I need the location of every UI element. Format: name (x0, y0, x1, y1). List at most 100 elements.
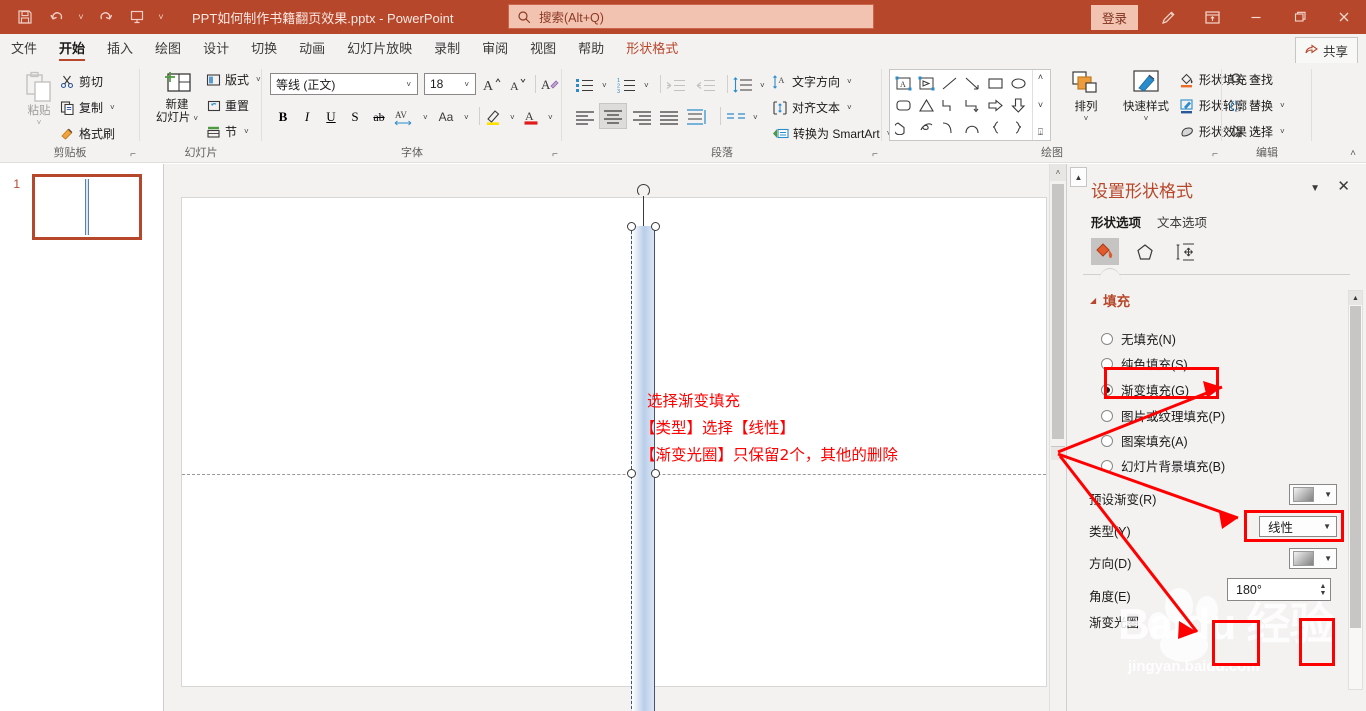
slide-canvas[interactable]: 选择渐变填充 【类型】选择【线性】 【渐变光圈】只保留2个，其他的删除 (181, 184, 1047, 711)
gradient-angle-spinner[interactable]: 180° ▲ ▼ (1227, 578, 1331, 601)
font-name-combo[interactable]: 等线 (正文) ˅ (270, 73, 418, 95)
slide-area-scrollbar[interactable]: ˄ (1049, 164, 1066, 711)
shape-left-brace-icon[interactable] (984, 116, 1007, 138)
handle-middle-left[interactable] (626, 469, 636, 478)
radio-slide-background-fill[interactable]: 幻灯片背景填充(B) (1101, 456, 1225, 475)
pane-scroll-up-icon[interactable]: ▲ (1349, 291, 1362, 305)
tab-help[interactable]: 帮助 (567, 34, 615, 63)
align-text-button[interactable]: 对齐文本 ˅ (772, 99, 852, 116)
tab-shape-options[interactable]: 形状选项 (1091, 212, 1141, 231)
thumbnail-slide-1[interactable] (32, 174, 142, 240)
select-button[interactable]: 选择 ˅ (1230, 123, 1285, 140)
arrange-button[interactable]: 排列 ˅ (1062, 69, 1110, 123)
italic-button[interactable]: I (295, 105, 319, 129)
shape-down-arrow-icon[interactable] (1007, 94, 1030, 116)
collapse-ribbon-button[interactable]: ˄ (1350, 148, 1356, 159)
shape-line-icon[interactable] (938, 72, 961, 94)
columns-caret[interactable]: ˅ (753, 113, 758, 122)
character-spacing-button[interactable]: AV (391, 105, 419, 129)
clipboard-dialog-launcher[interactable]: ⌐ (130, 149, 136, 160)
tab-slideshow[interactable]: 幻灯片放映 (336, 34, 423, 63)
font-size-combo[interactable]: 18 ˅ (424, 73, 476, 95)
character-spacing-caret[interactable]: ˅ (423, 113, 428, 122)
tab-text-options[interactable]: 文本选项 (1157, 212, 1207, 231)
highlight-caret[interactable]: ˅ (510, 113, 515, 122)
fill-line-icon[interactable] (1091, 238, 1119, 265)
shape-right-brace-icon[interactable] (1007, 116, 1030, 138)
scroll-up-icon[interactable]: ˄ (1050, 164, 1066, 181)
align-center-button[interactable] (599, 103, 627, 129)
copy-dropdown-caret[interactable]: ˅ (110, 103, 115, 112)
convert-to-smartart-button[interactable]: 转换为 SmartArt ˅ (772, 125, 891, 142)
line-spacing-button[interactable] (730, 73, 756, 97)
font-size-caret[interactable]: ˅ (460, 80, 473, 89)
layout-button[interactable]: 版式 ˅ (206, 71, 261, 88)
scrollbar-splitter[interactable] (1051, 446, 1065, 460)
paste-dropdown-caret[interactable]: ˅ (37, 118, 42, 127)
search-input[interactable]: 搜索(Alt+Q) (539, 7, 604, 26)
qat-customize-caret[interactable]: ˅ (154, 4, 168, 30)
reset-button[interactable]: 重置 (206, 97, 249, 114)
scrollbar-thumb[interactable] (1052, 184, 1064, 439)
ribbon-display-options-icon[interactable] (1190, 0, 1234, 34)
chevron-down-icon[interactable]: ▼ (1310, 183, 1320, 194)
decrease-font-size-button[interactable]: A (506, 72, 530, 96)
decrease-indent-button[interactable] (663, 73, 689, 97)
paragraph-dialog-launcher[interactable]: ⌐ (872, 149, 878, 160)
shapes-gallery-scrollbar[interactable]: ˄ ˅ ⍗ (1032, 70, 1048, 140)
quick-styles-caret[interactable]: ˅ (1144, 114, 1149, 123)
restore-button[interactable] (1278, 0, 1322, 34)
tab-shape-format[interactable]: 形状格式 (615, 34, 689, 63)
shapes-gallery[interactable]: A ˄ ˅ ⍗ (889, 69, 1051, 141)
handle-top-left[interactable] (626, 221, 636, 231)
bullets-caret[interactable]: ˅ (602, 81, 607, 90)
radio-circle[interactable] (1101, 459, 1113, 472)
pane-scroll-thumb[interactable] (1350, 306, 1361, 628)
size-properties-icon[interactable] (1171, 238, 1199, 265)
search-box[interactable]: 搜索(Alt+Q) (508, 4, 874, 29)
fill-section-header[interactable]: ◢ 填充 (1090, 290, 1130, 310)
text-highlight-button[interactable] (482, 105, 506, 129)
tab-animations[interactable]: 动画 (288, 34, 336, 63)
radio-circle[interactable] (1101, 434, 1113, 447)
radio-circle[interactable] (1101, 409, 1113, 422)
replace-button[interactable]: bc 替换 ˅ (1230, 97, 1285, 114)
pane-collapse-button[interactable]: ▲ (1070, 167, 1087, 187)
thumbnail-item[interactable]: 1 (0, 174, 142, 240)
tab-draw[interactable]: 绘图 (144, 34, 192, 63)
start-slideshow-icon[interactable] (122, 4, 152, 30)
shape-scribble-icon[interactable] (915, 116, 938, 138)
columns-button[interactable] (723, 105, 749, 129)
font-color-button[interactable]: A (520, 105, 544, 129)
align-left-button[interactable] (572, 105, 598, 129)
justify-button[interactable] (656, 105, 682, 129)
save-icon[interactable] (10, 4, 40, 30)
distribute-text-button[interactable] (683, 105, 711, 129)
clear-formatting-button[interactable]: A (538, 72, 562, 96)
tab-design[interactable]: 设计 (192, 34, 240, 63)
align-text-caret[interactable]: ˅ (847, 103, 852, 112)
drawing-dialog-launcher[interactable]: ⌐ (1212, 149, 1218, 160)
shape-elbow-arrow-icon[interactable] (961, 94, 984, 116)
tab-file[interactable]: 文件 (0, 34, 48, 63)
change-case-caret[interactable]: ˅ (464, 113, 469, 122)
new-slide-dropdown-caret[interactable]: ˅ (193, 114, 198, 123)
tab-insert[interactable]: 插入 (96, 34, 144, 63)
share-button[interactable]: 共享 (1294, 37, 1358, 64)
text-direction-button[interactable]: A 文字方向 ˅ (772, 73, 852, 90)
layout-dropdown-caret[interactable]: ˅ (256, 75, 261, 84)
shape-curve-icon[interactable] (938, 116, 961, 138)
redo-icon[interactable] (90, 4, 120, 30)
gradient-direction-picker[interactable]: ▼ (1289, 548, 1337, 569)
section-button[interactable]: 节 ˅ (206, 123, 249, 140)
font-color-caret[interactable]: ˅ (548, 113, 553, 122)
shape-ellipse-icon[interactable] (1007, 72, 1030, 94)
shape-arrow-textbox-icon[interactable] (915, 72, 938, 94)
change-case-button[interactable]: Aa (432, 105, 460, 129)
bold-button[interactable]: B (271, 105, 295, 129)
copy-button[interactable]: 复制 ˅ (60, 99, 115, 116)
shape-triangle-icon[interactable] (915, 94, 938, 116)
radio-no-fill[interactable]: 无填充(N) (1101, 329, 1176, 348)
shapes-scroll-up-icon[interactable]: ˄ (1038, 72, 1043, 82)
shape-rectangle-icon[interactable] (984, 72, 1007, 94)
